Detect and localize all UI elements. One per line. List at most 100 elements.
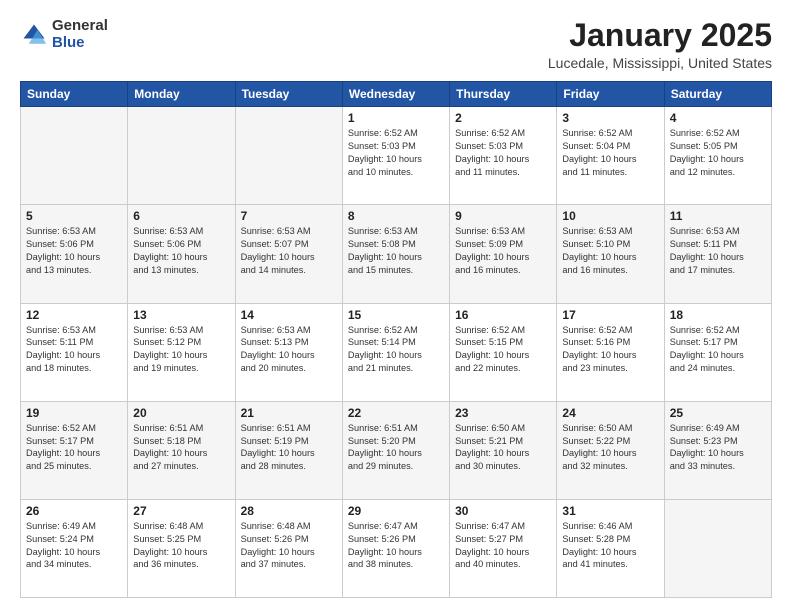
day-number: 2 xyxy=(455,111,551,125)
day-cell: 25 Sunrise: 6:49 AM Sunset: 5:23 PM Dayli… xyxy=(664,401,771,499)
header: General Blue January 2025 Lucedale, Miss… xyxy=(20,18,772,71)
day-cell: 20 Sunrise: 6:51 AM Sunset: 5:18 PM Dayli… xyxy=(128,401,235,499)
day-number: 24 xyxy=(562,406,658,420)
day-number: 8 xyxy=(348,209,444,223)
day-cell: 4Sunrise: 6:52 AM Sunset: 5:05 PM Daylig… xyxy=(664,107,771,205)
day-cell: 7 Sunrise: 6:53 AM Sunset: 5:07 PM Daylig… xyxy=(235,205,342,303)
day-info: Sunrise: 6:48 AM Sunset: 5:26 PM Dayligh… xyxy=(241,520,337,572)
day-info: Sunrise: 6:48 AM Sunset: 5:25 PM Dayligh… xyxy=(133,520,229,572)
day-cell: 5Sunrise: 6:53 AM Sunset: 5:06 PM Daylig… xyxy=(21,205,128,303)
page: General Blue January 2025 Lucedale, Miss… xyxy=(0,0,792,612)
day-cell: 6Sunrise: 6:53 AM Sunset: 5:06 PM Daylig… xyxy=(128,205,235,303)
day-cell: 14Sunrise: 6:53 AM Sunset: 5:13 PM Dayli… xyxy=(235,303,342,401)
day-cell: 28 Sunrise: 6:48 AM Sunset: 5:26 PM Dayli… xyxy=(235,499,342,597)
day-cell xyxy=(235,107,342,205)
day-info: Sunrise: 6:53 AM Sunset: 5:09 PM Dayligh… xyxy=(455,225,551,277)
day-number: 11 xyxy=(670,209,766,223)
day-cell: 10 Sunrise: 6:53 AM Sunset: 5:10 PM Dayli… xyxy=(557,205,664,303)
header-cell-friday: Friday xyxy=(557,82,664,107)
header-cell-sunday: Sunday xyxy=(21,82,128,107)
day-number: 30 xyxy=(455,504,551,518)
day-info: Sunrise: 6:53 AM Sunset: 5:07 PM Dayligh… xyxy=(241,225,337,277)
day-info: Sunrise: 6:51 AM Sunset: 5:19 PM Dayligh… xyxy=(241,422,337,474)
day-number: 14 xyxy=(241,308,337,322)
day-info: Sunrise: 6:52 AM Sunset: 5:05 PM Dayligh… xyxy=(670,127,766,179)
day-info: Sunrise: 6:51 AM Sunset: 5:20 PM Dayligh… xyxy=(348,422,444,474)
day-info: Sunrise: 6:52 AM Sunset: 5:14 PM Dayligh… xyxy=(348,324,444,376)
day-number: 6 xyxy=(133,209,229,223)
day-number: 13 xyxy=(133,308,229,322)
day-info: Sunrise: 6:53 AM Sunset: 5:08 PM Dayligh… xyxy=(348,225,444,277)
header-cell-wednesday: Wednesday xyxy=(342,82,449,107)
day-info: Sunrise: 6:52 AM Sunset: 5:04 PM Dayligh… xyxy=(562,127,658,179)
week-row-4: 19 Sunrise: 6:52 AM Sunset: 5:17 PM Dayli… xyxy=(21,401,772,499)
day-cell: 21 Sunrise: 6:51 AM Sunset: 5:19 PM Dayli… xyxy=(235,401,342,499)
title-block: January 2025 Lucedale, Mississippi, Unit… xyxy=(548,18,772,71)
day-cell: 2 Sunrise: 6:52 AM Sunset: 5:03 PM Daylig… xyxy=(450,107,557,205)
day-cell: 24Sunrise: 6:50 AM Sunset: 5:22 PM Dayli… xyxy=(557,401,664,499)
day-cell: 23 Sunrise: 6:50 AM Sunset: 5:21 PM Dayli… xyxy=(450,401,557,499)
day-info: Sunrise: 6:52 AM Sunset: 5:16 PM Dayligh… xyxy=(562,324,658,376)
day-info: Sunrise: 6:53 AM Sunset: 5:10 PM Dayligh… xyxy=(562,225,658,277)
day-number: 22 xyxy=(348,406,444,420)
day-number: 23 xyxy=(455,406,551,420)
calendar-subtitle: Lucedale, Mississippi, United States xyxy=(548,55,772,71)
day-number: 27 xyxy=(133,504,229,518)
day-number: 26 xyxy=(26,504,122,518)
logo-icon xyxy=(20,21,48,49)
day-info: Sunrise: 6:53 AM Sunset: 5:11 PM Dayligh… xyxy=(670,225,766,277)
day-info: Sunrise: 6:51 AM Sunset: 5:18 PM Dayligh… xyxy=(133,422,229,474)
day-cell: 12Sunrise: 6:53 AM Sunset: 5:11 PM Dayli… xyxy=(21,303,128,401)
day-cell: 31 Sunrise: 6:46 AM Sunset: 5:28 PM Dayli… xyxy=(557,499,664,597)
header-row: SundayMondayTuesdayWednesdayThursdayFrid… xyxy=(21,82,772,107)
calendar-title: January 2025 xyxy=(548,18,772,53)
day-info: Sunrise: 6:50 AM Sunset: 5:21 PM Dayligh… xyxy=(455,422,551,474)
day-number: 1 xyxy=(348,111,444,125)
day-cell: 29Sunrise: 6:47 AM Sunset: 5:26 PM Dayli… xyxy=(342,499,449,597)
day-info: Sunrise: 6:53 AM Sunset: 5:12 PM Dayligh… xyxy=(133,324,229,376)
day-info: Sunrise: 6:47 AM Sunset: 5:27 PM Dayligh… xyxy=(455,520,551,572)
day-number: 5 xyxy=(26,209,122,223)
day-number: 15 xyxy=(348,308,444,322)
day-info: Sunrise: 6:52 AM Sunset: 5:03 PM Dayligh… xyxy=(455,127,551,179)
day-cell: 3 Sunrise: 6:52 AM Sunset: 5:04 PM Daylig… xyxy=(557,107,664,205)
logo: General Blue xyxy=(20,18,108,51)
day-info: Sunrise: 6:52 AM Sunset: 5:17 PM Dayligh… xyxy=(670,324,766,376)
day-number: 29 xyxy=(348,504,444,518)
day-number: 19 xyxy=(26,406,122,420)
day-cell: 8 Sunrise: 6:53 AM Sunset: 5:08 PM Daylig… xyxy=(342,205,449,303)
day-number: 31 xyxy=(562,504,658,518)
day-cell: 9Sunrise: 6:53 AM Sunset: 5:09 PM Daylig… xyxy=(450,205,557,303)
day-cell: 11 Sunrise: 6:53 AM Sunset: 5:11 PM Dayli… xyxy=(664,205,771,303)
day-cell: 27 Sunrise: 6:48 AM Sunset: 5:25 PM Dayli… xyxy=(128,499,235,597)
day-info: Sunrise: 6:52 AM Sunset: 5:03 PM Dayligh… xyxy=(348,127,444,179)
day-number: 18 xyxy=(670,308,766,322)
day-cell: 15 Sunrise: 6:52 AM Sunset: 5:14 PM Dayli… xyxy=(342,303,449,401)
day-number: 20 xyxy=(133,406,229,420)
day-number: 17 xyxy=(562,308,658,322)
day-cell: 22 Sunrise: 6:51 AM Sunset: 5:20 PM Dayli… xyxy=(342,401,449,499)
logo-text: General Blue xyxy=(52,18,108,51)
day-number: 28 xyxy=(241,504,337,518)
day-number: 10 xyxy=(562,209,658,223)
header-cell-monday: Monday xyxy=(128,82,235,107)
day-info: Sunrise: 6:49 AM Sunset: 5:23 PM Dayligh… xyxy=(670,422,766,474)
day-info: Sunrise: 6:49 AM Sunset: 5:24 PM Dayligh… xyxy=(26,520,122,572)
day-number: 16 xyxy=(455,308,551,322)
day-number: 3 xyxy=(562,111,658,125)
day-number: 12 xyxy=(26,308,122,322)
day-number: 21 xyxy=(241,406,337,420)
day-cell xyxy=(128,107,235,205)
day-info: Sunrise: 6:46 AM Sunset: 5:28 PM Dayligh… xyxy=(562,520,658,572)
week-row-5: 26 Sunrise: 6:49 AM Sunset: 5:24 PM Dayli… xyxy=(21,499,772,597)
day-cell xyxy=(21,107,128,205)
logo-blue: Blue xyxy=(52,35,108,52)
day-info: Sunrise: 6:52 AM Sunset: 5:17 PM Dayligh… xyxy=(26,422,122,474)
day-number: 25 xyxy=(670,406,766,420)
day-info: Sunrise: 6:52 AM Sunset: 5:15 PM Dayligh… xyxy=(455,324,551,376)
header-cell-tuesday: Tuesday xyxy=(235,82,342,107)
day-number: 7 xyxy=(241,209,337,223)
week-row-1: 1 Sunrise: 6:52 AM Sunset: 5:03 PM Daylig… xyxy=(21,107,772,205)
day-cell: 13 Sunrise: 6:53 AM Sunset: 5:12 PM Dayli… xyxy=(128,303,235,401)
day-cell: 18 Sunrise: 6:52 AM Sunset: 5:17 PM Dayli… xyxy=(664,303,771,401)
